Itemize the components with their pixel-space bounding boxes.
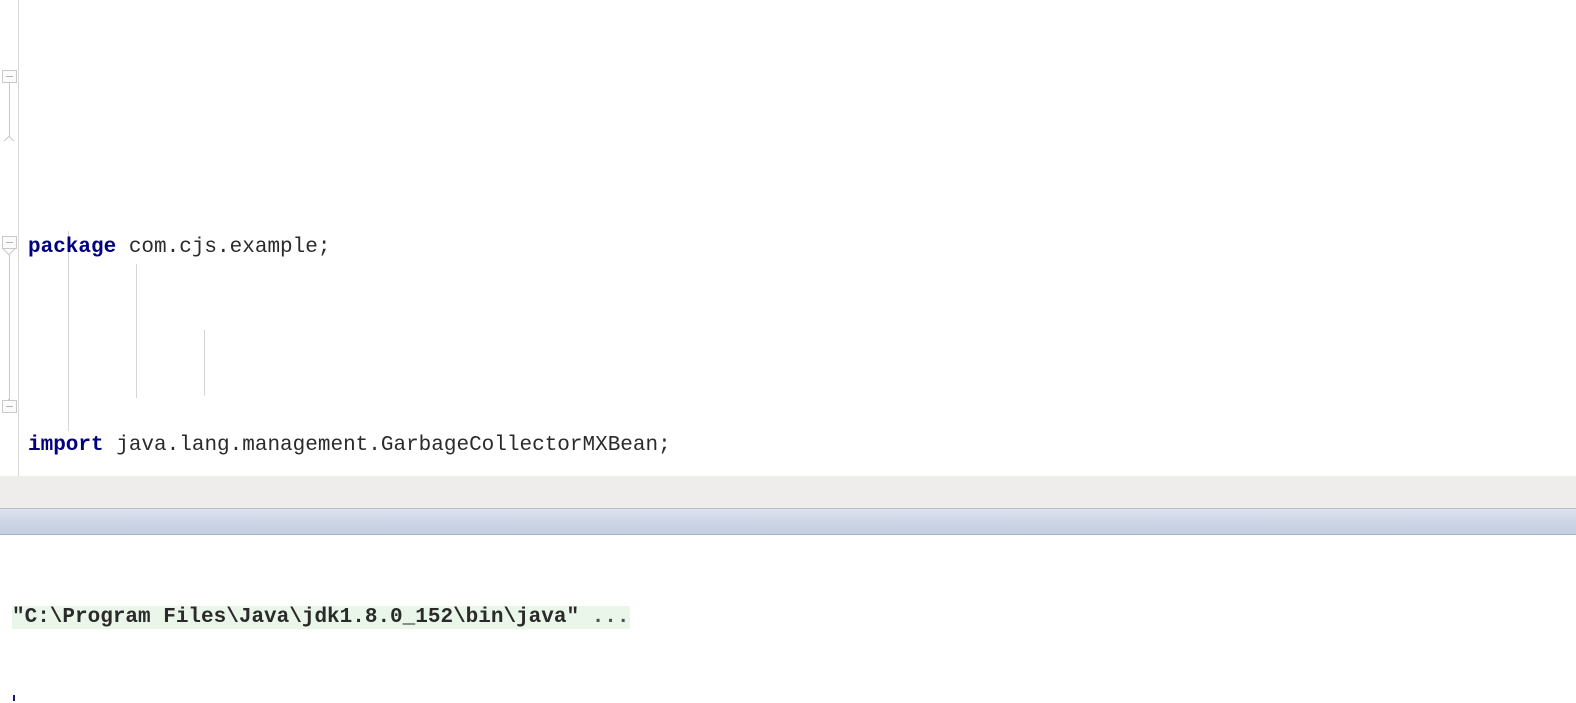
console-caret [13,695,15,701]
fold-collapse-icon-main[interactable] [2,236,17,249]
editor-console-divider[interactable] [0,476,1576,508]
code-token: java.lang.management.GarbageCollectorMXB… [104,434,671,457]
code-token: package [28,236,116,259]
code-token: com.cjs.example; [116,236,330,259]
code-line[interactable] [19,330,1576,363]
console-command-text: "C:\Program Files\Java\jdk1.8.0_152\bin\… [12,606,579,629]
fold-collapse-icon-class[interactable] [2,400,17,413]
code-text-area[interactable]: package com.cjs.example; import java.lan… [19,0,1576,476]
fold-collapse-icon-imports[interactable] [2,70,17,83]
code-folding-gutter[interactable] [0,0,18,476]
console-header-bar[interactable] [0,508,1576,535]
run-console-pane[interactable]: "C:\Program Files\Java\jdk1.8.0_152\bin\… [0,535,1576,703]
code-line[interactable]: import java.lang.management.GarbageColle… [19,429,1576,462]
code-line[interactable]: package com.cjs.example; [19,231,1576,264]
console-command-ellipsis: ... [579,606,629,629]
fold-stem-main [9,245,10,400]
ide-window: package com.cjs.example; import java.lan… [0,0,1576,703]
fold-stem-imports [9,77,10,139]
code-editor-pane[interactable]: package com.cjs.example; import java.lan… [0,0,1576,476]
code-token: import [28,434,104,457]
fold-arrow-icon-main [2,249,17,257]
console-command-line: "C:\Program Files\Java\jdk1.8.0_152\bin\… [0,601,1576,634]
fold-end-icon-imports[interactable] [2,133,17,141]
